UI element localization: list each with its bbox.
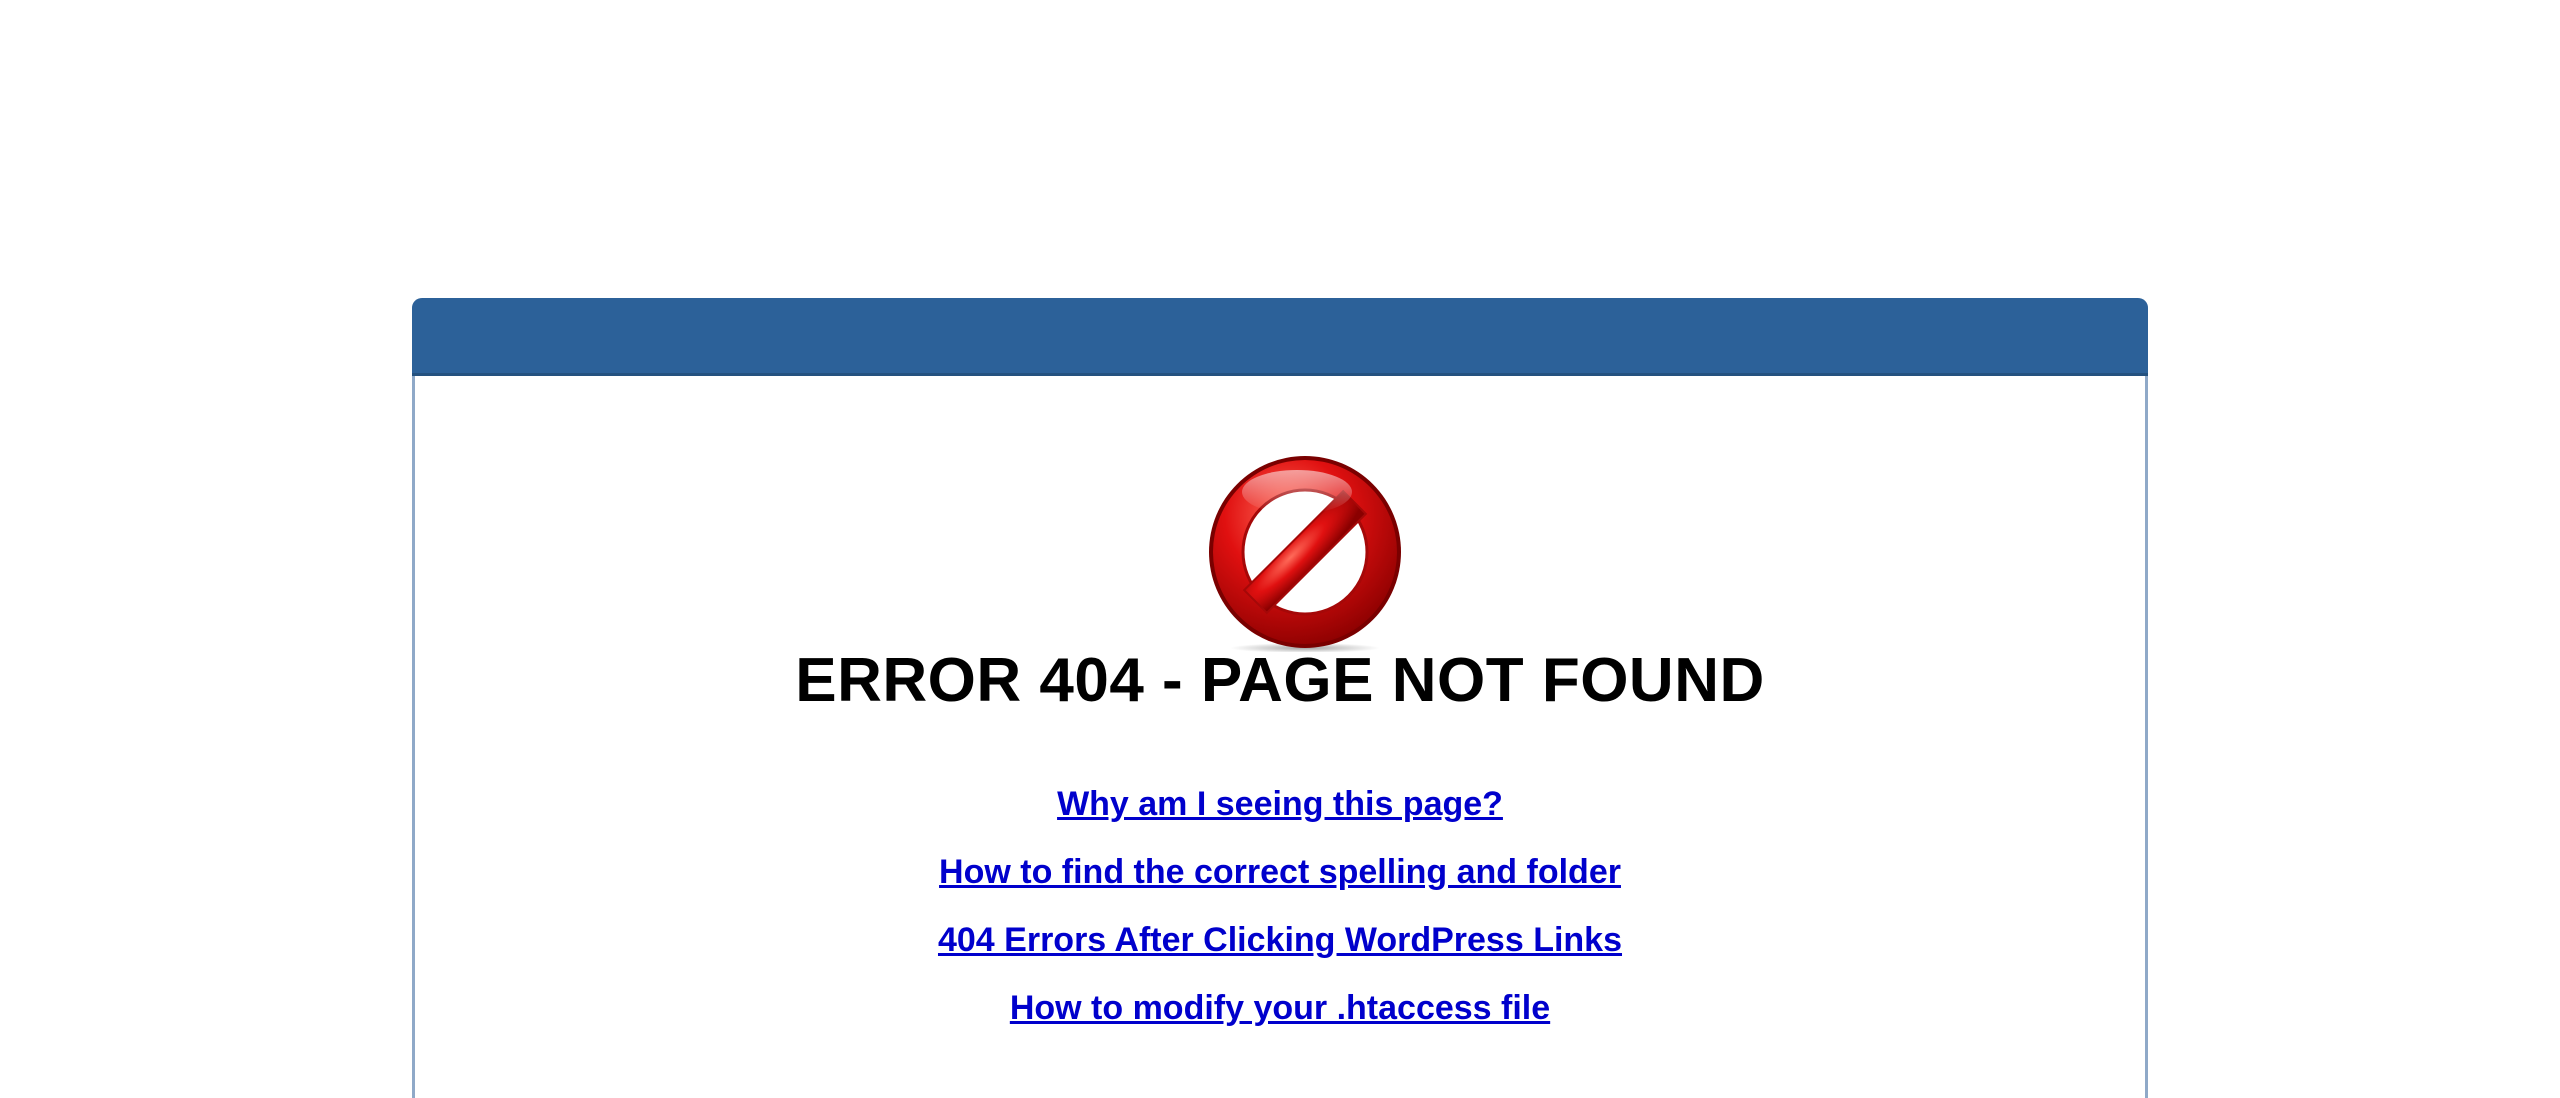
link-modify-htaccess[interactable]: How to modify your .htaccess file (1010, 974, 1550, 1042)
prohibited-sign-icon (1205, 452, 1405, 653)
panel-header-bar (412, 298, 2148, 376)
link-find-spelling-folder[interactable]: How to find the correct spelling and fol… (939, 838, 1621, 906)
link-wordpress-404[interactable]: 404 Errors After Clicking WordPress Link… (938, 906, 1622, 974)
help-links: Why am I seeing this page? How to find t… (0, 770, 2560, 1042)
page-title: ERROR 404 - PAGE NOT FOUND (795, 646, 1765, 715)
link-why-seeing-page[interactable]: Why am I seeing this page? (1057, 770, 1503, 838)
